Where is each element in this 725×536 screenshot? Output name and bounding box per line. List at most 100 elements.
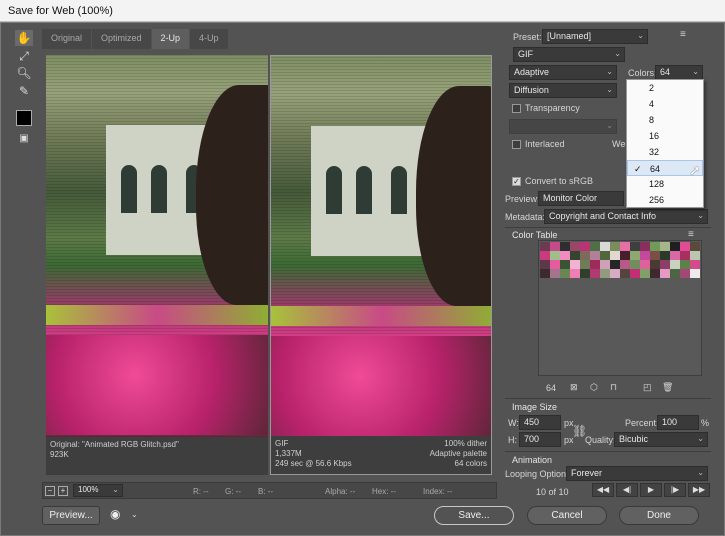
color-swatch[interactable]	[590, 242, 600, 251]
color-swatch[interactable]	[580, 260, 590, 269]
zoom-in-button[interactable]: +	[58, 486, 68, 496]
color-swatch[interactable]	[640, 269, 650, 278]
color-swatch[interactable]	[600, 242, 610, 251]
color-swatch[interactable]	[660, 260, 670, 269]
color-swatch[interactable]	[630, 269, 640, 278]
color-swatch[interactable]	[690, 260, 700, 269]
color-swatch[interactable]	[660, 269, 670, 278]
color-swatch[interactable]	[590, 251, 600, 260]
color-swatch[interactable]	[690, 269, 700, 278]
color-swatch[interactable]	[610, 260, 620, 269]
color-swatch[interactable]	[560, 269, 570, 278]
colors-option-4[interactable]: 4	[627, 96, 703, 112]
colors-select[interactable]: 64 ⌄	[655, 65, 703, 80]
color-swatch[interactable]	[570, 242, 580, 251]
color-swatch[interactable]	[610, 251, 620, 260]
color-swatch[interactable]	[550, 269, 560, 278]
preset-select[interactable]: [Unnamed] ⌄	[542, 29, 648, 44]
looping-select[interactable]: Forever ⌄	[566, 466, 708, 481]
color-swatch[interactable]	[560, 260, 570, 269]
color-swatch[interactable]	[630, 260, 640, 269]
colors-option-16[interactable]: 16	[627, 128, 703, 144]
color-swatch[interactable]	[540, 242, 550, 251]
color-swatch[interactable]	[610, 242, 620, 251]
color-swatch[interactable]	[560, 242, 570, 251]
zoom-tool-icon[interactable]: 🔍︎	[15, 65, 33, 81]
slice-select-tool-icon[interactable]: ⤢	[15, 48, 33, 64]
delete-color-icon[interactable]: 🗑︎	[662, 382, 673, 393]
color-swatch[interactable]	[680, 269, 690, 278]
color-swatch[interactable]	[550, 251, 560, 260]
eyedropper-color-swatch[interactable]	[16, 110, 32, 126]
color-swatch[interactable]	[650, 269, 660, 278]
play-button[interactable]: ▶	[640, 483, 662, 497]
quality-select[interactable]: Bicubic ⌄	[614, 432, 708, 447]
lock-color-icon[interactable]: ⊓	[610, 382, 617, 393]
color-swatch[interactable]	[650, 251, 660, 260]
tab-optimized[interactable]: Optimized	[92, 29, 151, 49]
color-swatch[interactable]	[650, 260, 660, 269]
color-swatch[interactable]	[590, 269, 600, 278]
tab-4-up[interactable]: 4-Up	[190, 29, 228, 49]
color-swatch[interactable]	[570, 260, 580, 269]
metadata-select[interactable]: Copyright and Contact Info ⌄	[544, 209, 708, 224]
color-swatch[interactable]	[640, 251, 650, 260]
zoom-level-select[interactable]: 100% ⌄	[73, 484, 123, 497]
color-swatch[interactable]	[600, 251, 610, 260]
color-swatch[interactable]	[640, 242, 650, 251]
preview-in-browser-button[interactable]: Preview...	[42, 506, 100, 525]
color-swatch[interactable]	[660, 251, 670, 260]
color-table-menu-icon[interactable]: ≡	[688, 229, 694, 240]
toggle-slices-icon[interactable]: ▣	[15, 131, 33, 147]
percent-input[interactable]: 100	[657, 415, 699, 430]
color-reduction-select[interactable]: Adaptive ⌄	[509, 65, 617, 80]
color-swatch[interactable]	[550, 242, 560, 251]
color-swatch[interactable]	[680, 242, 690, 251]
color-swatch[interactable]	[680, 260, 690, 269]
optimized-preview-pane[interactable]: GIF 100% dither 1,337M Adaptive palette 24…	[270, 55, 492, 475]
color-swatch[interactable]	[550, 260, 560, 269]
transparency-checkbox[interactable]	[512, 104, 521, 113]
color-swatch[interactable]	[580, 251, 590, 260]
next-frame-button[interactable]: |▶	[664, 483, 686, 497]
color-swatch[interactable]	[620, 242, 630, 251]
color-swatch[interactable]	[650, 242, 660, 251]
preview-color-select[interactable]: Monitor Color	[538, 191, 624, 206]
tab-2-up[interactable]: 2-Up	[151, 29, 190, 49]
colors-option-32[interactable]: 32	[627, 144, 703, 160]
map-color-icon[interactable]: ⊠	[570, 382, 578, 393]
done-button[interactable]: Done	[619, 506, 699, 525]
width-input[interactable]: 450	[519, 415, 561, 430]
interlaced-checkbox[interactable]	[512, 140, 521, 149]
colors-option-256[interactable]: 256	[627, 192, 703, 208]
color-swatch[interactable]	[590, 260, 600, 269]
color-swatch[interactable]	[640, 260, 650, 269]
help-menu-chevron-icon[interactable]: ⌄	[131, 510, 138, 519]
color-swatch[interactable]	[620, 251, 630, 260]
color-swatch[interactable]	[690, 251, 700, 260]
color-swatch[interactable]	[630, 242, 640, 251]
color-swatch[interactable]	[670, 260, 680, 269]
color-swatch[interactable]	[630, 251, 640, 260]
hand-tool-icon[interactable]: ✋	[15, 30, 33, 46]
color-swatch[interactable]	[610, 269, 620, 278]
color-swatch[interactable]	[600, 269, 610, 278]
panel-menu-icon[interactable]: ≡	[680, 29, 686, 40]
zoom-out-button[interactable]: −	[45, 486, 55, 496]
web-shift-icon[interactable]: ⬡	[590, 382, 598, 393]
previous-frame-button[interactable]: ◀|	[616, 483, 638, 497]
eyedropper-tool-icon[interactable]: ✎	[15, 83, 33, 99]
color-swatch[interactable]	[620, 260, 630, 269]
color-swatch[interactable]	[670, 242, 680, 251]
color-swatch[interactable]	[580, 242, 590, 251]
color-swatch[interactable]	[620, 269, 630, 278]
color-swatch[interactable]	[560, 251, 570, 260]
color-swatch[interactable]	[540, 260, 550, 269]
dither-algorithm-select[interactable]: Diffusion ⌄	[509, 83, 617, 98]
convert-srgb-checkbox[interactable]: ✓	[512, 177, 521, 186]
tab-original[interactable]: Original	[42, 29, 92, 49]
color-swatch[interactable]	[570, 269, 580, 278]
color-table-grid[interactable]	[538, 240, 702, 376]
save-button[interactable]: Save...	[434, 506, 514, 525]
new-color-icon[interactable]: ◰	[643, 382, 652, 393]
